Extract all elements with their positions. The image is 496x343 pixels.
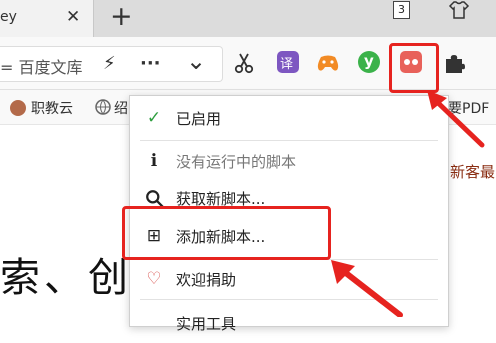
annotation-arrows — [331, 90, 485, 317]
